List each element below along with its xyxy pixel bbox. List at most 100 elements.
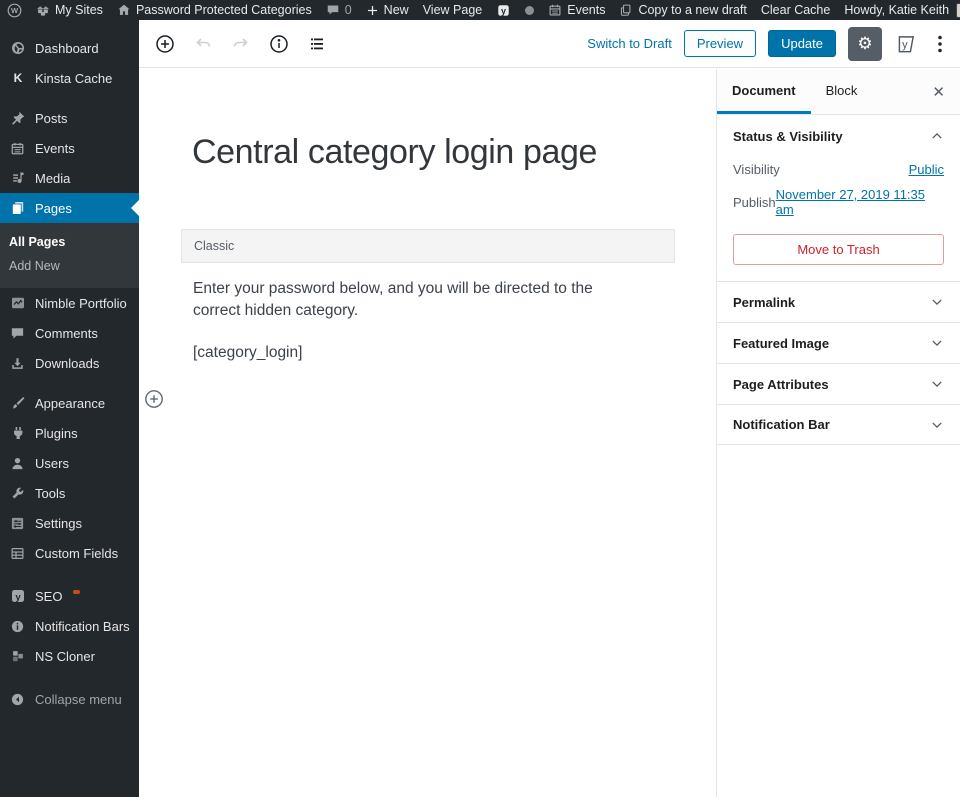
yoast-icon: y xyxy=(496,3,511,18)
section-notification-bar[interactable]: Notification Bar xyxy=(717,404,960,445)
howdy-label: Howdy, Katie Keith xyxy=(844,3,949,17)
copy-pages-icon xyxy=(619,3,633,17)
sidebar-label: Pages xyxy=(35,201,72,216)
submenu-add-new[interactable]: Add New xyxy=(0,254,139,278)
section-status-visibility[interactable]: Status & Visibility xyxy=(717,115,960,157)
sidebar-item-downloads[interactable]: Downloads xyxy=(0,348,139,378)
svg-text:W: W xyxy=(11,6,19,15)
content-structure-button[interactable] xyxy=(265,30,293,58)
chevron-up-icon xyxy=(930,129,944,143)
block-navigation-button[interactable] xyxy=(303,30,331,58)
sidebar-item-appearance[interactable]: Appearance xyxy=(0,388,139,418)
visibility-row: Visibility Public xyxy=(733,157,944,182)
sidebar-item-tools[interactable]: Tools xyxy=(0,478,139,508)
section-permalink[interactable]: Permalink xyxy=(717,281,960,322)
status-indicator-menu[interactable] xyxy=(518,0,541,20)
tab-document[interactable]: Document xyxy=(717,69,811,114)
sidebar-item-pages[interactable]: Pages xyxy=(0,193,139,223)
sliders-icon xyxy=(9,515,26,532)
sidebar-item-plugins[interactable]: Plugins xyxy=(0,418,139,448)
sidebar-item-notification-bars[interactable]: Notification Bars xyxy=(0,611,139,641)
redo-button[interactable] xyxy=(227,30,255,58)
post-title-input[interactable]: Central category login page xyxy=(192,133,692,172)
sidebar-collapse-menu[interactable]: Collapse menu xyxy=(0,684,139,714)
account-menu[interactable]: Howdy, Katie Keith xyxy=(837,0,960,20)
kinsta-icon: K xyxy=(9,70,26,87)
sidebar-item-seo[interactable]: y SEO xyxy=(0,581,139,611)
comments-menu[interactable]: 0 xyxy=(319,0,359,20)
brush-icon xyxy=(9,395,26,412)
sidebar-item-comments[interactable]: Comments xyxy=(0,318,139,348)
sidebar-item-media[interactable]: Media xyxy=(0,163,139,193)
dashboard-icon xyxy=(9,40,26,57)
publish-date-link[interactable]: November 27, 2019 11:35 am xyxy=(776,187,944,217)
settings-gear-button[interactable]: ⚙ xyxy=(848,27,882,61)
section-page-attributes[interactable]: Page Attributes xyxy=(717,363,960,404)
sidebar-item-nimble-portfolio[interactable]: Nimble Portfolio xyxy=(0,288,139,318)
events-admin-menu[interactable]: Events xyxy=(541,0,612,20)
svg-text:y: y xyxy=(902,38,908,50)
sidebar-item-users[interactable]: Users xyxy=(0,448,139,478)
admin-sidebar: Dashboard K Kinsta Cache Posts Events Me… xyxy=(0,20,139,797)
comment-count: 0 xyxy=(345,3,352,17)
switch-to-draft-button[interactable]: Switch to Draft xyxy=(587,36,672,51)
media-icon xyxy=(9,170,26,187)
sidebar-item-dashboard[interactable]: Dashboard xyxy=(0,33,139,63)
portfolio-icon xyxy=(9,295,26,312)
more-options-button[interactable] xyxy=(930,30,950,58)
site-menu[interactable]: Password Protected Categories xyxy=(110,0,319,20)
copy-draft-label: Copy to a new draft xyxy=(638,3,746,17)
sidebar-label: Nimble Portfolio xyxy=(35,296,127,311)
section-title: Permalink xyxy=(733,295,795,310)
new-content-menu[interactable]: New xyxy=(359,0,416,20)
sidebar-label: NS Cloner xyxy=(35,649,95,664)
svg-text:K: K xyxy=(13,71,22,85)
sidebar-label: Collapse menu xyxy=(35,692,122,707)
yoast-sidebar-button[interactable]: y xyxy=(894,32,918,56)
sidebar-label: Kinsta Cache xyxy=(35,71,112,86)
view-page-menu[interactable]: View Page xyxy=(416,0,490,20)
pin-icon xyxy=(9,110,26,127)
section-featured-image[interactable]: Featured Image xyxy=(717,322,960,363)
sidebar-label: Events xyxy=(35,141,75,156)
update-button[interactable]: Update xyxy=(768,30,836,57)
post-paragraph[interactable]: Enter your password below, and you will … xyxy=(193,278,641,322)
sidebar-item-custom-fields[interactable]: Custom Fields xyxy=(0,538,139,568)
pages-icon xyxy=(9,200,26,217)
submenu-all-pages[interactable]: All Pages xyxy=(0,230,139,254)
close-settings-button[interactable]: ✕ xyxy=(917,69,960,114)
classic-block[interactable]: Classic xyxy=(181,229,675,263)
preview-button[interactable]: Preview xyxy=(684,30,756,57)
svg-text:y: y xyxy=(15,592,21,603)
my-sites-menu[interactable]: My Sites xyxy=(29,0,110,20)
sidebar-label: Plugins xyxy=(35,426,78,441)
tab-block[interactable]: Block xyxy=(811,69,873,114)
undo-button[interactable] xyxy=(189,30,217,58)
sidebar-item-ns-cloner[interactable]: NS Cloner xyxy=(0,641,139,671)
collapse-icon xyxy=(9,691,26,708)
classic-block-label: Classic xyxy=(182,230,674,262)
move-to-trash-button[interactable]: Move to Trash xyxy=(733,234,944,265)
wordpress-logo-menu[interactable]: W xyxy=(0,0,29,20)
sidebar-item-settings[interactable]: Settings xyxy=(0,508,139,538)
settings-sidebar: Document Block ✕ Status & Visibility Vis… xyxy=(716,69,960,797)
post-shortcode[interactable]: [category_login] xyxy=(193,344,302,362)
block-inserter-button[interactable] xyxy=(151,30,179,58)
sidebar-label: Settings xyxy=(35,516,82,531)
block-append-button[interactable] xyxy=(144,389,164,409)
sidebar-label: Comments xyxy=(35,326,98,341)
calendar-icon xyxy=(548,3,562,17)
grid-icon xyxy=(9,545,26,562)
sidebar-label: Notification Bars xyxy=(35,619,130,634)
chevron-down-icon xyxy=(930,418,944,432)
sidebar-item-kinsta-cache[interactable]: K Kinsta Cache xyxy=(0,63,139,93)
yoast-admin-menu[interactable]: y xyxy=(489,0,518,20)
sidebar-item-posts[interactable]: Posts xyxy=(0,103,139,133)
comment-bubble-icon xyxy=(326,3,340,17)
visibility-value-link[interactable]: Public xyxy=(909,162,944,177)
copy-draft-menu[interactable]: Copy to a new draft xyxy=(612,0,753,20)
calendar-icon xyxy=(9,140,26,157)
seo-notification-badge xyxy=(73,590,80,594)
clear-cache-menu[interactable]: Clear Cache xyxy=(754,0,837,20)
sidebar-item-events[interactable]: Events xyxy=(0,133,139,163)
